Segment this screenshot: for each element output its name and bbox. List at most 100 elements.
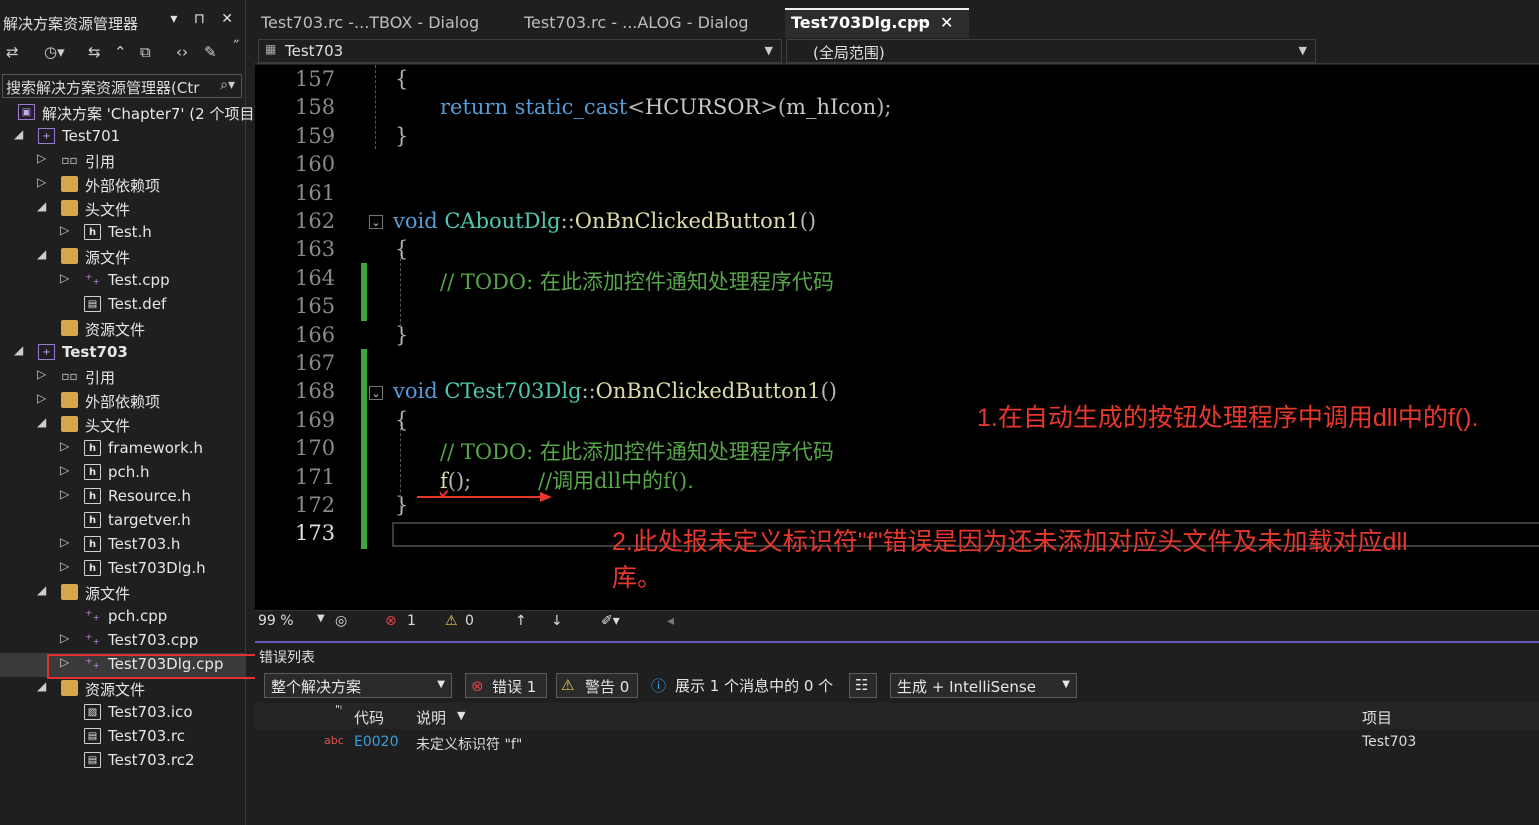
expanded-arrow-icon[interactable]: ◢ [14,127,23,141]
collapsed-arrow-icon[interactable]: ▷ [60,487,69,501]
project-dropdown[interactable]: ▦ Test703 ▼ [258,39,782,63]
expanded-arrow-icon[interactable]: ◢ [37,679,46,693]
code-line[interactable]: // TODO: 在此添加控件通知处理程序代码 [440,436,834,466]
collapsed-arrow-icon[interactable]: ▷ [37,175,46,189]
expanded-arrow-icon[interactable]: ◢ [37,199,46,213]
zoom-level[interactable]: 99 % [258,613,294,629]
filter-list-icon[interactable]: ☷ [849,673,877,698]
collapsed-arrow-icon[interactable]: ▷ [60,631,69,645]
tree-item-folder-references[interactable]: ▷ ▫▫ 引用 [0,365,246,389]
collapsed-arrow-icon[interactable]: ▷ [60,223,69,237]
tree-item-file[interactable]: ▷ h Resource.h [0,485,246,509]
warning-count[interactable]: 0 [465,613,474,629]
tree-item-folder-sources[interactable]: ◢ 源文件 [0,581,246,605]
pin-icon[interactable]: ⊸ [917,14,928,29]
tree-item-file[interactable]: ▷ h Test703Dlg.h [0,557,246,581]
error-count[interactable]: 1 [407,613,416,629]
code-line[interactable]: return static_cast<HCURSOR>(m_hIcon); [440,95,892,119]
collapsed-arrow-icon[interactable]: ▷ [37,391,46,405]
arrow-down-icon[interactable]: ↓ [551,613,563,629]
expanded-arrow-icon[interactable]: ◢ [14,343,23,357]
scope-dropdown[interactable]: (全局范围) ▼ [786,39,1316,63]
code-editor[interactable]: 157 {158 return static_cast<HCURSOR>(m_hIc… [255,65,1539,610]
code-line[interactable]: void CTest703Dlg::OnBnClickedButton1() [393,379,837,403]
tree-item-folder-external[interactable]: ▷ 外部依赖项 [0,389,246,413]
fold-toggle-icon[interactable]: ⌄ [369,386,383,400]
search-icon[interactable]: ⌕▾ [220,77,235,93]
tree-item-folder-references[interactable]: ▷ ▫▫ 引用 [0,149,246,173]
code-line[interactable]: { [395,237,408,261]
collapsed-arrow-icon[interactable]: ▷ [37,367,46,381]
tree-item-folder-external[interactable]: ▷ 外部依赖项 [0,173,246,197]
code-line[interactable]: } [395,124,408,148]
arrow-up-icon[interactable]: ↑ [515,613,527,629]
column-description[interactable]: 说明 [416,707,446,728]
collapsed-arrow-icon[interactable]: ▷ [60,559,69,573]
column-code[interactable]: 代码 [354,707,384,728]
tree-item-project-test703[interactable]: ◢ + Test703 [0,341,246,365]
tree-item-file[interactable]: ▷ h pch.h [0,461,246,485]
code-line[interactable]: { [395,67,408,91]
history-icon[interactable]: ◷▾ [44,43,65,61]
chevron-down-icon[interactable]: ▼ [457,709,465,722]
tree-item-file[interactable]: ▨ Test703.ico [0,701,246,725]
column-project[interactable]: 项目 [1362,707,1392,728]
copilot-icon[interactable]: ◎ [335,613,347,629]
tree-item-file[interactable]: ▤ Test703.rc [0,725,246,749]
solution-explorer-search[interactable]: 搜索解决方案资源管理器(Ctr ⌕▾ [2,74,242,98]
messages-filter-button[interactable]: ⓘ 展示 1 个消息中的 0 个 [647,673,837,698]
tree-item-project-test701[interactable]: ◢ + Test701 [0,125,246,149]
expanded-arrow-icon[interactable]: ◢ [37,583,46,597]
collapsed-arrow-icon[interactable]: ▷ [60,535,69,549]
build-filter-select[interactable]: 生成 + IntelliSense ▼ [890,673,1077,698]
tree-item-folder-headers[interactable]: ◢ 头文件 [0,413,246,437]
tree-item-folder-resources[interactable]: 资源文件 [0,317,246,341]
chevron-down-icon[interactable]: ▼ [317,613,325,624]
show-all-files-icon[interactable]: ⧉ [140,43,151,61]
collapse-all-icon[interactable]: ⌃ [114,43,127,61]
collapsed-arrow-icon[interactable]: ▷ [60,463,69,477]
tree-item-file[interactable]: ▷ ⁺₊ Test703.cpp [0,629,246,653]
code-line[interactable]: } [395,323,408,347]
tab-rc-dialog[interactable]: Test703.rc - ...ALOG - Dialog [518,8,784,38]
overflow-icon[interactable]: ˝ [232,38,240,56]
tree-item-file[interactable]: ▷ ⁺₊ Test.cpp [0,269,246,293]
tree-item-file[interactable]: ▷ h Test703.h [0,533,246,557]
cleanup-brush-icon[interactable]: ✐▾ [601,613,620,629]
table-row[interactable]: abc E0020 未定义标识符 "f" Test703 [255,730,1539,754]
collapsed-arrow-icon[interactable]: ▷ [60,439,69,453]
code-line[interactable]: { [395,408,408,432]
tree-item-folder-resources[interactable]: ◢ 资源文件 [0,677,246,701]
collapsed-arrow-icon[interactable]: ▷ [60,271,69,285]
tree-item-folder-sources[interactable]: ◢ 源文件 [0,245,246,269]
code-line[interactable]: } [395,493,408,517]
code-line[interactable]: void CAboutDlg::OnBnClickedButton1() [393,209,816,233]
switch-view-icon[interactable]: ⇆ [88,43,101,61]
close-icon[interactable]: ✕ [940,13,953,32]
tree-item-folder-headers[interactable]: ◢ 头文件 [0,197,246,221]
warnings-filter-button[interactable]: ⚠ 警告 0 [556,673,638,698]
expanded-arrow-icon[interactable]: ◢ [37,247,46,261]
errors-filter-button[interactable]: ⊗ 错误 1 [465,673,547,698]
code-view-icon[interactable]: ‹› [176,43,188,61]
tree-item-solution[interactable]: ▣ 解决方案 'Chapter7' (2 个项目 [0,101,254,125]
scroll-left-icon[interactable]: ◂ [667,613,674,629]
expanded-arrow-icon[interactable]: ◢ [37,415,46,429]
code-line[interactable]: // TODO: 在此添加控件通知处理程序代码 [440,266,834,296]
tree-item-file[interactable]: ▤ Test703.rc2 [0,749,246,773]
properties-wrench-icon[interactable]: ✎ [204,43,217,61]
tree-item-file[interactable]: h targetver.h [0,509,246,533]
error-code-link[interactable]: E0020 [354,734,398,750]
tree-item-file[interactable]: ▷ h Test.h [0,221,246,245]
sort-icon[interactable]: "ⁱ [335,703,342,716]
scope-select[interactable]: 整个解决方案 ▼ [264,673,452,698]
fold-toggle-icon[interactable]: ⌄ [369,215,383,229]
sync-icon[interactable]: ⇄ [6,43,19,61]
tree-item-file[interactable]: ▷ h framework.h [0,437,246,461]
tree-item-file[interactable]: ▤ Test.def [0,293,246,317]
tree-item-file[interactable]: ⁺₊ pch.cpp [0,605,246,629]
panel-controls[interactable]: ▾ ⊓ ✕ [170,11,239,27]
tab-test703dlg-cpp[interactable]: Test703Dlg.cpp ⊸ ✕ [785,8,969,38]
collapsed-arrow-icon[interactable]: ▷ [37,151,46,165]
tab-rc-toolbox[interactable]: Test703.rc -...TBOX - Dialog [255,8,517,38]
